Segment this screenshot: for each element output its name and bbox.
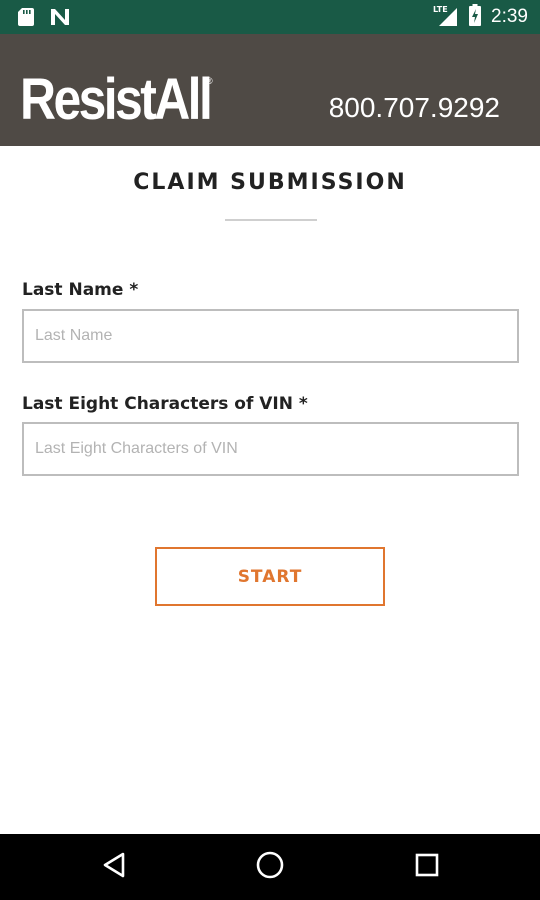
notification-icons — [18, 8, 70, 31]
battery-charging-icon — [469, 3, 482, 31]
back-button[interactable] — [96, 849, 132, 885]
sd-card-icon — [18, 8, 34, 31]
start-button[interactable]: START — [155, 547, 385, 606]
vin-label: Last Eight Characters of VIN * — [22, 394, 308, 414]
registered-mark: ® — [206, 76, 213, 86]
recents-icon — [414, 852, 440, 883]
last-name-label: Last Name * — [22, 280, 139, 300]
clock: 2:39 — [491, 6, 528, 27]
home-icon — [255, 850, 285, 885]
lte-signal-icon: LTE — [433, 4, 459, 31]
last-name-input[interactable] — [22, 309, 519, 363]
resistall-logo[interactable]: ResistAll — [20, 70, 213, 130]
system-icons: LTE 2:39 — [433, 0, 528, 34]
home-button[interactable] — [252, 849, 288, 885]
title-divider — [225, 219, 317, 221]
app-header: ResistAll ® 800.707.9292 — [0, 34, 540, 146]
svg-text:LTE: LTE — [433, 5, 448, 14]
navigation-bar — [0, 834, 540, 900]
status-bar: LTE 2:39 — [0, 0, 540, 34]
back-icon — [101, 851, 127, 884]
vin-input[interactable] — [22, 422, 519, 476]
recents-button[interactable] — [409, 849, 445, 885]
phone-number-link[interactable]: 800.707.9292 — [329, 92, 500, 124]
n-notification-icon — [50, 8, 70, 31]
page-title: CLAIM SUBMISSION — [133, 170, 407, 195]
